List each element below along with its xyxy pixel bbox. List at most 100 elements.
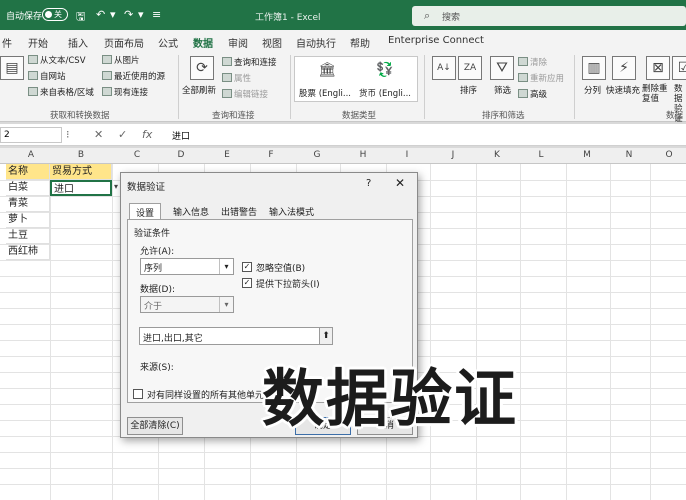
refresh-all-icon[interactable]: ⟳ bbox=[190, 56, 214, 80]
column-header[interactable]: G bbox=[308, 150, 326, 160]
data-validation-icon[interactable]: ☑ bbox=[672, 56, 686, 80]
connection-icon bbox=[102, 87, 112, 96]
allow-select[interactable]: 序列 ▾ bbox=[140, 258, 234, 275]
column-header[interactable]: F bbox=[262, 150, 280, 160]
from-table-button[interactable]: 来自表格/区域 bbox=[28, 86, 94, 98]
cancel-icon[interactable]: ✕ bbox=[94, 128, 103, 141]
column-header[interactable]: N bbox=[620, 150, 638, 160]
tab-page-layout[interactable]: 页面布局 bbox=[104, 35, 144, 50]
clear-all-button[interactable]: 全部清除(C) bbox=[127, 417, 183, 435]
clear-button[interactable]: 清除 bbox=[518, 56, 547, 68]
cell-b1[interactable]: 贸易方式 bbox=[50, 164, 112, 180]
source-input[interactable]: 进口,出口,其它 bbox=[139, 327, 333, 345]
remove-duplicates-icon[interactable]: ⊠ bbox=[646, 56, 670, 80]
column-header[interactable]: H bbox=[354, 150, 372, 160]
flash-fill-label[interactable]: 快速填充 bbox=[606, 84, 640, 96]
text-to-columns-icon[interactable]: ▥ bbox=[582, 56, 606, 80]
column-header[interactable]: K bbox=[488, 150, 506, 160]
namebox-dropdown-icon[interactable]: ⁝ bbox=[66, 128, 70, 141]
tab-ime-mode[interactable]: 输入法模式 bbox=[263, 203, 320, 219]
tab-automate[interactable]: 自动执行 bbox=[296, 35, 336, 50]
redo-dropdown-icon[interactable]: ▾ bbox=[138, 8, 144, 21]
ignore-blank-label: 忽略空值(B) bbox=[256, 264, 306, 274]
collapse-dialog-icon[interactable]: ⬆ bbox=[319, 327, 333, 345]
cell-a3[interactable]: 青菜 bbox=[6, 196, 50, 212]
column-header[interactable]: D bbox=[172, 150, 190, 160]
help-icon[interactable]: ? bbox=[366, 178, 371, 189]
existing-connections-button[interactable]: 现有连接 bbox=[102, 86, 148, 98]
search-box[interactable]: ⌕ 搜索 bbox=[412, 6, 686, 26]
queries-connections-button[interactable]: 查询和连接 bbox=[222, 56, 277, 68]
column-header[interactable]: B bbox=[70, 150, 92, 160]
data-types-gallery[interactable]: 🏛 股票 (Engli... 💱 货币 (Engli... bbox=[294, 56, 418, 102]
remove-duplicates-label[interactable]: 删除重复值 bbox=[642, 84, 670, 104]
customize-toolbar-icon[interactable]: ≡ bbox=[152, 8, 161, 21]
advanced-label: 高级 bbox=[530, 90, 548, 100]
tab-file[interactable]: 件 bbox=[2, 35, 12, 50]
from-text-csv-button[interactable]: 从文本/CSV bbox=[28, 54, 86, 66]
title-bar: 自动保存 关 🖫 ↶ ▾ ↷ ▾ ≡ 工作簿1 - Excel ⌕ 搜索 bbox=[0, 0, 686, 30]
cell-a1[interactable]: 名称 bbox=[6, 164, 50, 180]
from-web-button[interactable]: 自网站 bbox=[28, 70, 66, 82]
tab-settings[interactable]: 设置 bbox=[129, 203, 162, 219]
reapply-button[interactable]: 重新应用 bbox=[518, 72, 564, 84]
sort-dialog-icon[interactable]: ZA bbox=[458, 56, 482, 80]
row-line bbox=[0, 484, 686, 485]
split-label[interactable]: 分列 bbox=[584, 84, 601, 96]
cell-a6[interactable]: 西红柿 bbox=[6, 244, 50, 260]
document-title: 工作簿1 - Excel bbox=[255, 13, 321, 23]
redo-icon[interactable]: ↷ bbox=[124, 8, 133, 21]
tab-error-alert[interactable]: 出错警告 bbox=[215, 203, 263, 219]
column-header[interactable]: J bbox=[444, 150, 462, 160]
column-header[interactable]: I bbox=[398, 150, 416, 160]
undo-icon[interactable]: ↶ bbox=[96, 8, 105, 21]
column-header[interactable]: O bbox=[660, 150, 678, 160]
cell-a5[interactable]: 土豆 bbox=[6, 228, 50, 244]
refresh-all-label[interactable]: 全部刷新 bbox=[182, 84, 216, 96]
close-icon[interactable]: ✕ bbox=[395, 176, 405, 190]
sort-az-icon[interactable]: A↓ bbox=[432, 56, 456, 80]
group-data-types: 数据类型 bbox=[342, 111, 377, 121]
tab-enterprise-connect[interactable]: Enterprise Connect bbox=[388, 35, 484, 46]
cell-dropdown-icon[interactable]: ▾ bbox=[114, 182, 118, 191]
advanced-button[interactable]: 高级 bbox=[518, 88, 547, 100]
cell-a4[interactable]: 萝卜 bbox=[6, 212, 50, 228]
column-header[interactable]: L bbox=[532, 150, 550, 160]
tab-insert[interactable]: 插入 bbox=[68, 35, 88, 50]
cell-b2-selected[interactable]: 进口 bbox=[50, 180, 112, 196]
tab-input-message[interactable]: 输入信息 bbox=[167, 203, 215, 219]
edit-links-button[interactable]: 编辑链接 bbox=[222, 88, 268, 100]
enter-icon[interactable]: ✓ bbox=[118, 128, 127, 141]
stocks-icon: 🏛 bbox=[318, 62, 336, 78]
tab-formulas[interactable]: 公式 bbox=[158, 35, 178, 50]
tab-home[interactable]: 开始 bbox=[28, 35, 48, 50]
ignore-blank-checkbox[interactable]: ✓ bbox=[242, 262, 252, 272]
get-data-icon[interactable]: ▤ bbox=[0, 56, 24, 80]
search-placeholder: 搜索 bbox=[442, 13, 461, 23]
tab-help[interactable]: 帮助 bbox=[350, 35, 370, 50]
cell-a2[interactable]: 白菜 bbox=[6, 180, 50, 196]
column-header[interactable]: A bbox=[20, 150, 42, 160]
data-select[interactable]: 介于 ▾ bbox=[140, 296, 234, 313]
column-header[interactable]: M bbox=[578, 150, 596, 160]
recent-sources-button[interactable]: 最近使用的源 bbox=[102, 70, 165, 82]
formula-value[interactable]: 进口 bbox=[172, 129, 190, 142]
column-header[interactable]: C bbox=[128, 150, 146, 160]
tab-review[interactable]: 审阅 bbox=[228, 35, 248, 50]
name-box[interactable]: 2 bbox=[0, 127, 62, 143]
insert-function-icon[interactable]: fx bbox=[142, 128, 152, 141]
properties-button[interactable]: 属性 bbox=[222, 72, 251, 84]
dropdown-label: 提供下拉箭头(I) bbox=[256, 280, 320, 290]
autosave-toggle[interactable]: 关 bbox=[42, 8, 68, 21]
apply-all-checkbox[interactable] bbox=[133, 389, 143, 399]
column-header[interactable]: E bbox=[218, 150, 236, 160]
undo-dropdown-icon[interactable]: ▾ bbox=[110, 8, 116, 21]
flash-fill-icon[interactable]: ⚡ bbox=[612, 56, 636, 80]
filter-label[interactable]: 筛选 bbox=[494, 84, 511, 96]
sort-label[interactable]: 排序 bbox=[460, 84, 477, 96]
save-icon[interactable]: 🖫 bbox=[76, 8, 85, 27]
tab-view[interactable]: 视图 bbox=[262, 35, 282, 50]
dropdown-checkbox[interactable]: ✓ bbox=[242, 278, 252, 288]
filter-icon[interactable]: ⛛ bbox=[490, 56, 514, 80]
from-picture-button[interactable]: 从图片 bbox=[102, 54, 140, 66]
